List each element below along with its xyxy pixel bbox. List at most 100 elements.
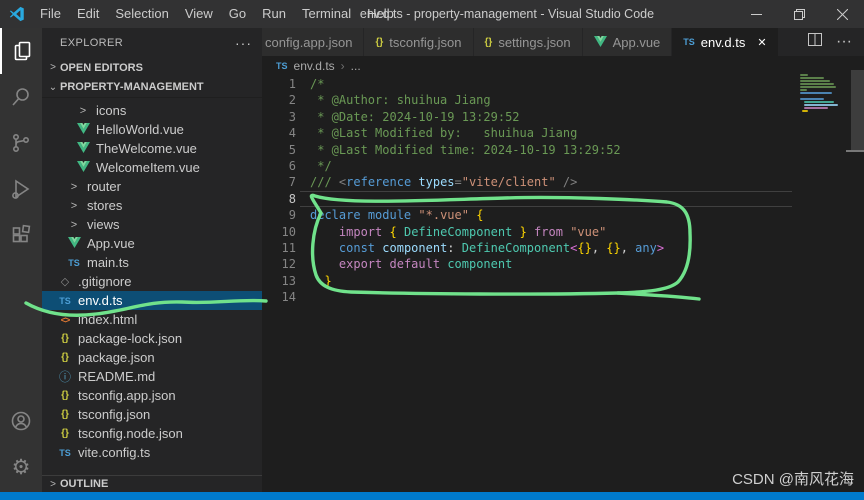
json-icon: {}: [485, 37, 493, 48]
section-project[interactable]: ⌄ PROPERTY-MANAGEMENT: [42, 77, 262, 98]
code-line-12[interactable]: 12 export default component: [262, 256, 864, 272]
close-icon[interactable]: ✕: [757, 36, 766, 49]
code-line-3[interactable]: 3 * @Date: 2024-10-19 13:29:52: [262, 109, 864, 125]
file-item-tsconfig.json[interactable]: {}tsconfig.json: [42, 405, 262, 424]
breadcrumb: TS env.d.ts › ...: [262, 56, 864, 76]
file-item-.gitignore[interactable]: ◇ .gitignore: [42, 272, 262, 291]
file-item-package-lock.json[interactable]: {}package-lock.json: [42, 329, 262, 348]
line-number[interactable]: 11: [262, 240, 310, 256]
explorer-icon[interactable]: [0, 28, 44, 74]
line-number[interactable]: 14: [262, 289, 310, 305]
code-line-2[interactable]: 2 * @Author: shuihua Jiang: [262, 92, 864, 108]
code-line-14[interactable]: 14: [262, 289, 864, 305]
code-line-10[interactable]: 10 import { DefineComponent } from "vue": [262, 224, 864, 240]
line-number[interactable]: 6: [262, 158, 310, 174]
file-item-TheWelcome.vue[interactable]: TheWelcome.vue: [42, 139, 262, 158]
file-item-index.html[interactable]: <>index.html: [42, 310, 262, 329]
line-number[interactable]: 5: [262, 142, 310, 158]
code-line-7[interactable]: 7/// <reference types="vite/client" />: [262, 174, 864, 190]
line-number[interactable]: 12: [262, 256, 310, 272]
line-number[interactable]: 8: [262, 191, 310, 207]
scrollbar-edge: [846, 150, 864, 152]
json-icon: {}: [375, 37, 383, 48]
code-line-4[interactable]: 4 * @Last Modified by: shuihua Jiang: [262, 125, 864, 141]
section-outline[interactable]: > OUTLINE: [42, 475, 262, 492]
account-icon[interactable]: [0, 398, 42, 444]
line-number[interactable]: 7: [262, 174, 310, 190]
menu-file[interactable]: File: [32, 0, 69, 28]
breadcrumb-file[interactable]: env.d.ts: [294, 59, 335, 73]
vue-icon-slot: [75, 122, 91, 137]
code-content: * @Last Modified by: shuihua Jiang: [310, 125, 577, 141]
file-label: .gitignore: [78, 274, 131, 289]
split-editor-icon[interactable]: [808, 33, 822, 51]
menu-edit[interactable]: Edit: [69, 0, 107, 28]
file-label: stores: [87, 198, 122, 213]
search-icon[interactable]: [0, 74, 42, 120]
ts-icon: TS: [59, 448, 71, 458]
breadcrumb-symbol[interactable]: ...: [351, 59, 361, 73]
tab-env.d.ts[interactable]: TSenv.d.ts✕: [672, 28, 777, 56]
file-item-stores[interactable]: > stores: [42, 196, 262, 215]
file-item-WelcomeItem.vue[interactable]: WelcomeItem.vue: [42, 158, 262, 177]
source-control-icon[interactable]: [0, 120, 42, 166]
settings-gear-icon[interactable]: ⚙: [0, 444, 42, 490]
file-label: index.html: [78, 312, 137, 327]
close-icon[interactable]: [821, 0, 864, 28]
file-item-env.d.ts[interactable]: TSenv.d.ts: [42, 291, 262, 310]
section-open-editors[interactable]: > OPEN EDITORS: [42, 58, 262, 77]
file-item-HelloWorld.vue[interactable]: HelloWorld.vue: [42, 120, 262, 139]
vue-icon-slot: [66, 236, 82, 251]
more-actions-icon[interactable]: ···: [235, 35, 252, 51]
menu-selection[interactable]: Selection: [107, 0, 176, 28]
tab-App.vue[interactable]: App.vue: [583, 28, 672, 56]
menu-view[interactable]: View: [177, 0, 221, 28]
code-line-9[interactable]: 9declare module "*.vue" {: [262, 207, 864, 223]
line-number[interactable]: 1: [262, 76, 310, 92]
run-and-debug-icon[interactable]: [0, 166, 42, 212]
code-line-13[interactable]: 13 }: [262, 273, 864, 289]
code-content: import { DefineComponent } from "vue": [310, 224, 606, 240]
tab-config.app.json[interactable]: config.app.json: [262, 28, 363, 56]
file-item-tsconfig.app.json[interactable]: {}tsconfig.app.json: [42, 386, 262, 405]
code-line-1[interactable]: 1/*: [262, 76, 864, 92]
code-editor[interactable]: 1/*2 * @Author: shuihua Jiang3 * @Date: …: [262, 76, 864, 305]
activity-bar: ⚙: [0, 28, 42, 492]
scrollbar[interactable]: [851, 70, 864, 150]
extensions-icon[interactable]: [0, 212, 42, 258]
line-number[interactable]: 9: [262, 207, 310, 223]
file-item-icons[interactable]: >icons: [42, 101, 262, 120]
more-actions-icon[interactable]: ···: [836, 33, 852, 51]
file-item-views[interactable]: >views: [42, 215, 262, 234]
gitignore-icon: ◇: [61, 275, 69, 288]
line-number[interactable]: 4: [262, 125, 310, 141]
line-number[interactable]: 2: [262, 92, 310, 108]
code-line-8[interactable]: 8: [262, 191, 864, 207]
tab-tsconfig.json[interactable]: {}tsconfig.json: [364, 28, 472, 56]
file-item-App.vue[interactable]: App.vue: [42, 234, 262, 253]
minimap[interactable]: [796, 72, 850, 148]
line-number[interactable]: 13: [262, 273, 310, 289]
vscode-window: FileEditSelectionViewGoRunTerminalHelp e…: [0, 0, 864, 500]
restore-icon[interactable]: [778, 0, 821, 28]
watermark: CSDN @南风花海: [732, 468, 854, 489]
menu-go[interactable]: Go: [221, 0, 254, 28]
ts-icon: TS: [276, 61, 288, 71]
menu-run[interactable]: Run: [254, 0, 294, 28]
file-item-README.md[interactable]: ⓘREADME.md: [42, 367, 262, 386]
file-item-package.json[interactable]: {}package.json: [42, 348, 262, 367]
tab-settings.json[interactable]: {}settings.json: [474, 28, 582, 56]
line-number[interactable]: 3: [262, 109, 310, 125]
line-number[interactable]: 10: [262, 224, 310, 240]
file-item-main.ts[interactable]: TSmain.ts: [42, 253, 262, 272]
chevron-right-icon: >: [71, 200, 77, 212]
file-item-tsconfig.node.json[interactable]: {}tsconfig.node.json: [42, 424, 262, 443]
code-line-5[interactable]: 5 * @Last Modified time: 2024-10-19 13:2…: [262, 142, 864, 158]
file-item-router[interactable]: >router: [42, 177, 262, 196]
code-line-11[interactable]: 11 const component: DefineComponent<{}, …: [262, 240, 864, 256]
minimize-icon[interactable]: [735, 0, 778, 28]
code-line-6[interactable]: 6 */: [262, 158, 864, 174]
editor-group: config.app.json{}tsconfig.json{}settings…: [262, 28, 864, 492]
explorer-title: EXPLORER: [60, 37, 235, 49]
file-item-vite.config.ts[interactable]: TSvite.config.ts: [42, 443, 262, 462]
